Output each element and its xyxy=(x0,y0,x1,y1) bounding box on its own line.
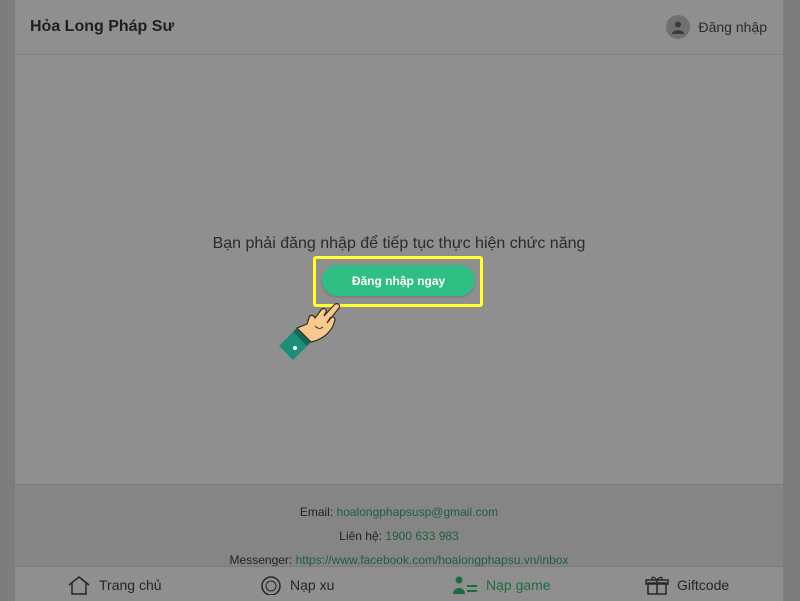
footer-messenger-link[interactable]: https://www.facebook.com/hoalongphapsu.v… xyxy=(296,553,569,567)
header-login-label[interactable]: Đăng nhập xyxy=(698,19,767,35)
footer-email-line: Email: hoalongphapsusp@gmail.com xyxy=(15,505,783,519)
home-icon xyxy=(68,576,90,595)
nav-item-recharge[interactable]: Nạp game xyxy=(452,575,551,595)
nav-item-recharge-label[interactable]: Nạp game xyxy=(486,577,551,593)
nav-item-home-label[interactable]: Trang chủ xyxy=(99,577,162,593)
footer: Email: hoalongphapsusp@gmail.com Liên hệ… xyxy=(15,484,783,567)
page-container: Hỏa Long Pháp Sư Đăng nhập Bạn phải đăng… xyxy=(15,0,783,601)
footer-phone-label: Liên hệ: xyxy=(339,529,382,543)
nav-item-coin-label[interactable]: Nạp xu xyxy=(290,577,334,593)
footer-email-label: Email: xyxy=(299,505,334,519)
gift-icon xyxy=(645,576,669,595)
nav-item-giftcode[interactable]: Giftcode xyxy=(645,575,729,595)
header: Hỏa Long Pháp Sư Đăng nhập xyxy=(15,0,783,55)
pointing-hand-icon xyxy=(279,303,341,360)
coin-icon xyxy=(261,576,281,595)
footer-email-link[interactable]: hoalongphapsusp@gmail.com xyxy=(337,505,499,519)
header-login-link[interactable]: Đăng nhập xyxy=(666,14,767,40)
bottom-nav: Trang chủ Nạp xu Nạp game Giftcode xyxy=(15,566,783,601)
footer-messenger-line: Messenger: https://www.facebook.com/hoal… xyxy=(15,553,783,567)
footer-messenger-label: Messenger: xyxy=(229,553,293,567)
nav-item-home[interactable]: Trang chủ xyxy=(67,575,162,595)
login-now-button[interactable]: Đăng nhập ngay xyxy=(322,265,475,296)
user-avatar-icon[interactable] xyxy=(666,15,691,39)
site-title[interactable]: Hỏa Long Pháp Sư xyxy=(30,18,174,36)
footer-phone-line: Liên hệ: 1900 633 983 xyxy=(15,529,783,543)
recharge-icon xyxy=(453,576,477,594)
nav-item-giftcode-label[interactable]: Giftcode xyxy=(677,577,729,593)
login-required-message: Bạn phải đăng nhập để tiếp tục thực hiện… xyxy=(212,235,586,252)
footer-phone-link[interactable]: 1900 633 983 xyxy=(385,529,458,543)
nav-item-coin[interactable]: Nạp xu xyxy=(260,575,334,595)
